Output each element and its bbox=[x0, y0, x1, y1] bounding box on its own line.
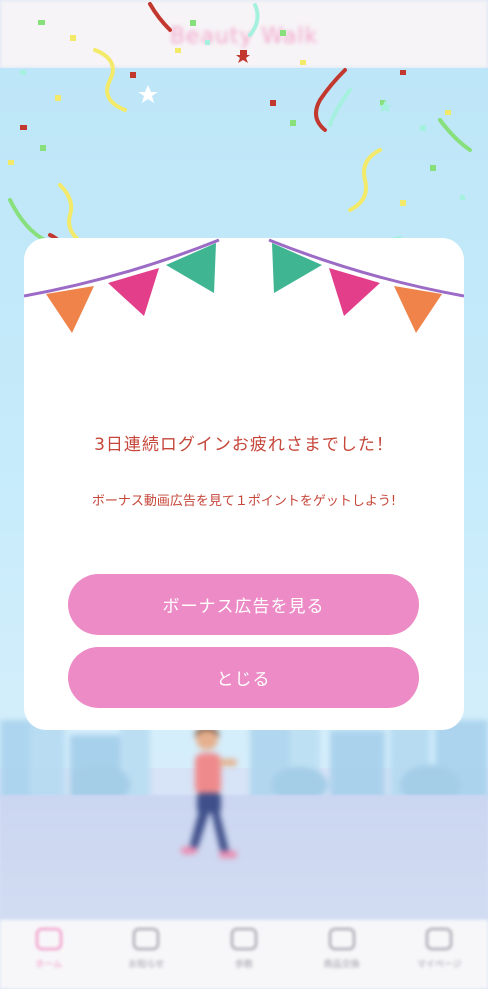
tab-exchange[interactable]: 商品交換 bbox=[293, 920, 391, 989]
home-icon bbox=[35, 928, 62, 950]
close-button[interactable]: とじる bbox=[68, 647, 419, 708]
bunting-flags-decoration bbox=[24, 238, 464, 333]
tab-label: マイページ bbox=[416, 960, 462, 970]
login-bonus-dialog: 3日連続ログインお疲れさまでした！ ボーナス動画広告を見て１ポイントをゲットしよ… bbox=[24, 238, 464, 730]
steps-icon bbox=[230, 928, 257, 950]
tab-home[interactable]: ホーム bbox=[0, 920, 98, 989]
app-header: Beauty Walk bbox=[0, 0, 488, 68]
tab-mypage[interactable]: マイページ bbox=[390, 920, 488, 989]
dialog-message: ボーナス動画広告を見て１ポイントをゲットしよう! bbox=[91, 494, 397, 509]
bottom-tab-bar: ホーム お知らせ 歩数 商品交換 マイページ bbox=[0, 920, 488, 989]
walking-person-illustration bbox=[181, 726, 237, 858]
gift-icon bbox=[328, 928, 355, 950]
tab-notices[interactable]: お知らせ bbox=[98, 920, 196, 989]
tab-steps[interactable]: 歩数 bbox=[195, 920, 293, 989]
tab-label: 商品交換 bbox=[323, 960, 360, 970]
tab-label: お知らせ bbox=[128, 960, 165, 970]
tab-label: ホーム bbox=[35, 960, 63, 970]
mail-icon bbox=[133, 928, 160, 950]
tab-label: 歩数 bbox=[234, 960, 253, 970]
watch-bonus-ad-button[interactable]: ボーナス広告を見る bbox=[68, 574, 419, 635]
user-icon bbox=[426, 928, 453, 950]
app-logo: Beauty Walk bbox=[169, 24, 319, 49]
dialog-title: 3日連続ログインお疲れさまでした！ bbox=[94, 435, 394, 455]
